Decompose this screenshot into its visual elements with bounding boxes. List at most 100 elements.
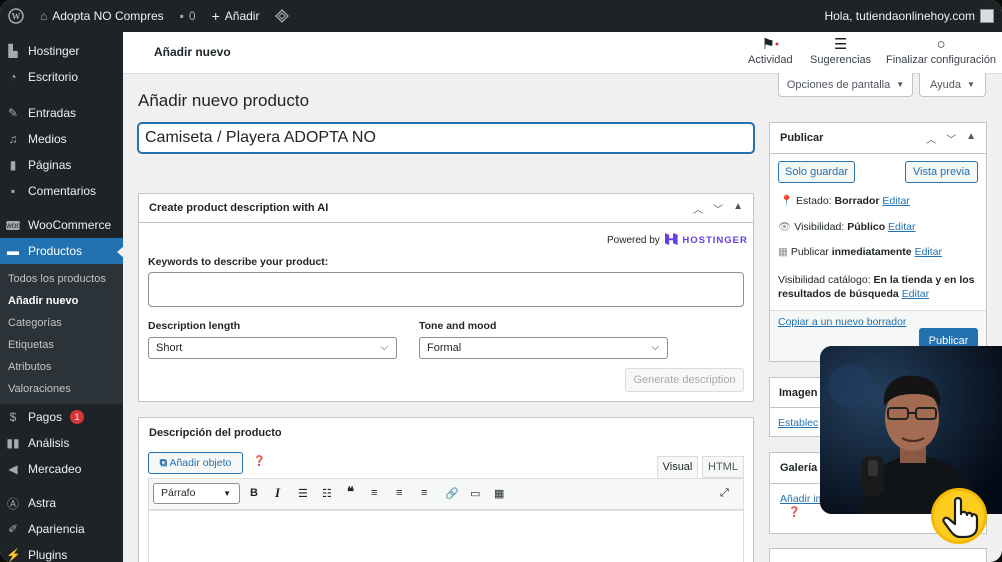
submenu-item-anadir-nuevo[interactable]: Añadir nuevo: [0, 290, 123, 312]
sidebar-item-entradas[interactable]: ✎ Entradas: [0, 100, 123, 126]
sidebar-item-paginas[interactable]: ▮ Páginas: [0, 152, 123, 178]
help-circle-icon[interactable]: ❓: [253, 456, 265, 467]
sidebar-item-analisis[interactable]: ▮▮ Análisis: [0, 430, 123, 456]
collapse-icon[interactable]: ▲: [966, 131, 976, 146]
read-more-icon[interactable]: ▭: [470, 487, 480, 500]
align-left-icon[interactable]: ≡: [371, 487, 377, 499]
wordpress-logo-icon[interactable]: W: [0, 0, 32, 32]
add-gallery-images-link[interactable]: Añadir im: [780, 493, 824, 505]
screen-options-button[interactable]: Opciones de pantalla ▼: [778, 73, 913, 97]
submenu-item-todos[interactable]: Todos los productos: [0, 268, 123, 290]
eye-icon: 👁: [778, 221, 792, 233]
bullet-list-icon[interactable]: ☰: [298, 487, 308, 500]
keywords-textarea[interactable]: [148, 272, 744, 307]
align-right-icon[interactable]: ≡: [421, 487, 427, 499]
move-down-icon[interactable]: ﹀: [946, 131, 956, 146]
ai-box-title: Create product description with AI: [149, 202, 329, 214]
collapse-icon[interactable]: ▲: [733, 201, 743, 216]
submenu-item-categorias[interactable]: Categorías: [0, 312, 123, 334]
site-name: Adopta NO Compres: [52, 9, 164, 23]
bold-icon[interactable]: B: [250, 487, 258, 499]
sidebar-item-productos[interactable]: ▬ Productos: [0, 238, 124, 264]
edit-visibility-link[interactable]: Editar: [888, 221, 915, 233]
product-title-input[interactable]: Camiseta / Playera ADOPTA NO: [138, 123, 754, 153]
edit-catalog-visibility-link[interactable]: Editar: [902, 288, 929, 300]
analytics-icon: ▮▮: [6, 436, 20, 450]
sidebar-item-medios[interactable]: ♫ Medios: [0, 126, 123, 152]
header-page-label: Añadir nuevo: [154, 45, 231, 59]
finish-setup-label: Finalizar configuración: [886, 54, 997, 66]
sidebar-item-pagos[interactable]: $ Pagos 1: [0, 404, 123, 430]
my-account-link[interactable]: Hola, tutiendaonlinehoy.com: [816, 0, 1002, 32]
numbered-list-icon[interactable]: ☷: [322, 487, 332, 500]
align-center-icon[interactable]: ≡: [396, 487, 402, 499]
move-down-icon[interactable]: ﹀: [713, 201, 723, 216]
edit-publish-time-link[interactable]: Editar: [915, 246, 942, 258]
sidebar-item-woocommerce[interactable]: woo WooCommerce: [0, 212, 123, 238]
copy-to-draft-link[interactable]: Copiar a un nuevo borrador: [778, 316, 906, 328]
help-button[interactable]: Ayuda ▼: [919, 73, 986, 97]
sidebar-item-escritorio[interactable]: ◔ Escritorio: [0, 64, 123, 90]
blockquote-icon[interactable]: ❝: [347, 484, 354, 500]
pointing-hand-icon: [942, 496, 979, 539]
tab-visual[interactable]: Visual: [657, 456, 698, 478]
italic-icon[interactable]: I: [275, 485, 280, 501]
description-editor-area[interactable]: [148, 510, 744, 562]
format-select[interactable]: Párrafo ▼: [153, 483, 240, 504]
dashboard-icon: ◔: [9, 70, 17, 84]
link-icon[interactable]: 🔗: [445, 487, 459, 500]
tone-select[interactable]: Formal ⌵: [419, 337, 668, 359]
publish-time-row: ▦ Publicar inmediatamente Editar: [778, 246, 942, 258]
sidebar-item-label: Productos: [28, 244, 83, 258]
format-value: Párrafo: [161, 487, 196, 499]
add-new-link[interactable]: + Añadir: [204, 0, 268, 32]
avatar: [980, 9, 994, 23]
hostinger-brand: HOSTINGER: [682, 235, 748, 246]
generate-description-button[interactable]: Generate description: [625, 368, 744, 392]
edit-status-link[interactable]: Editar: [882, 195, 909, 207]
visibility-label: Visibilidad:: [794, 221, 845, 233]
svg-text:W: W: [12, 12, 21, 22]
submenu-item-atributos[interactable]: Atributos: [0, 356, 123, 378]
flag-icon: ⚑●: [761, 36, 780, 53]
hand-cursor-icon: [931, 488, 987, 544]
admin-bar: W ⌂ Adopta NO Compres ▪ 0 + Añadir Hola,…: [0, 0, 1002, 32]
sidebar-item-astra[interactable]: Ⓐ Astra: [0, 490, 123, 516]
submenu-item-etiquetas[interactable]: Etiquetas: [0, 334, 123, 356]
sidebar-item-apariencia[interactable]: ✐ Apariencia: [0, 516, 123, 542]
sidebar-item-label: Comentarios: [28, 184, 97, 198]
suggestions-button[interactable]: ☰ Sugerencias: [810, 36, 871, 66]
media-icon: ⧉: [159, 457, 168, 469]
description-box-header: Descripción del producto: [139, 418, 753, 447]
fullscreen-icon[interactable]: ⤢: [720, 487, 729, 500]
finish-setup-button[interactable]: ○ Finalizar configuración: [886, 36, 996, 66]
move-up-icon[interactable]: ︿: [926, 131, 936, 146]
status-label: Estado:: [796, 195, 832, 207]
sidebar-item-mercadeo[interactable]: ◀ Mercadeo: [0, 456, 123, 482]
submenu-item-valoraciones[interactable]: Valoraciones: [0, 378, 123, 400]
add-media-button[interactable]: ⧉ Añadir objeto: [148, 452, 243, 474]
preview-button[interactable]: Vista previa: [905, 161, 978, 183]
visibility-row: 👁 Visibilidad: Público Editar: [778, 220, 915, 233]
sidebar-item-plugins[interactable]: ⚡ Plugins: [0, 542, 123, 562]
set-product-image-link[interactable]: Estableс: [778, 417, 818, 429]
payments-badge: 1: [70, 410, 85, 424]
sidebar-item-label: Pagos: [28, 410, 63, 424]
sidebar-item-comentarios[interactable]: ▪ Comentarios: [0, 178, 123, 204]
comments-link[interactable]: ▪ 0: [172, 0, 204, 32]
tab-html[interactable]: HTML: [702, 456, 744, 478]
hostinger-diamond-icon[interactable]: [267, 0, 297, 32]
sidebar-item-hostinger[interactable]: ▙ Hostinger: [0, 38, 123, 64]
description-length-select[interactable]: Short ⌵: [148, 337, 397, 359]
status-row: 📍 Estado: Borrador Editar: [780, 194, 910, 207]
comments-count: 0: [188, 9, 196, 23]
activity-button[interactable]: ⚑● Actividad: [748, 36, 793, 66]
move-up-icon[interactable]: ︿: [693, 201, 703, 216]
page-title: Añadir nuevo producto: [138, 91, 310, 110]
toolbar-toggle-icon[interactable]: ▦: [494, 487, 504, 500]
site-name-link[interactable]: ⌂ Adopta NO Compres: [32, 0, 172, 32]
plus-icon: +: [211, 8, 220, 24]
save-draft-button[interactable]: Solo guardar: [778, 161, 855, 183]
brush-icon: ✐: [7, 522, 19, 536]
sidebar-item-label: Astra: [28, 496, 57, 510]
